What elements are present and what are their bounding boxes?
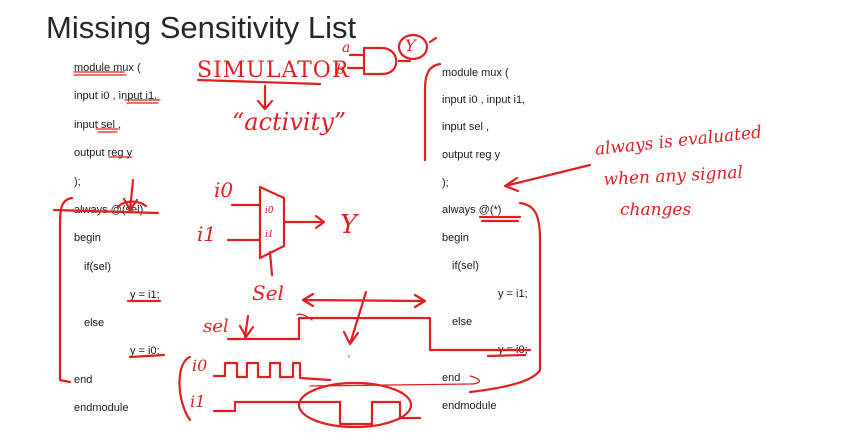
sel-waveform <box>226 316 532 352</box>
simulator-down-arrow <box>256 84 274 111</box>
left-code-line: if(sel) <box>84 261 111 273</box>
right-code-line: output reg y <box>442 149 501 161</box>
right-code-line: always @(*) <box>442 204 502 216</box>
right-module-bracket <box>423 62 442 162</box>
left-code-line: input sel , <box>74 119 122 131</box>
wave-left-bracket <box>178 355 192 422</box>
page-title: Missing Sensitivity List <box>46 10 357 45</box>
sel-wave-label: sel <box>203 316 229 337</box>
left-code-line: y = i0; <box>130 345 160 357</box>
left-code-line: output reg y <box>74 147 133 159</box>
right-code-line: begin <box>442 232 469 244</box>
mux-output-label: Y <box>340 210 358 240</box>
mux-i0-label: i0 <box>265 206 274 216</box>
gate-output-y-label: Y <box>405 36 416 55</box>
gate-input-b-label: b <box>336 62 345 78</box>
left-code-line: input i0 , input i1, <box>74 90 158 102</box>
note-arrow <box>503 163 592 193</box>
left-code-line: endmodule <box>74 402 129 414</box>
left-code-line: always @(sel) <box>74 204 144 216</box>
gate-y-check <box>428 36 438 44</box>
left-code-line: else <box>84 317 105 329</box>
right-code-line: ); <box>442 177 449 189</box>
left-code-line: ); <box>74 176 81 188</box>
i1-wave-label: i1 <box>190 392 206 411</box>
right-code-line: y = i1; <box>498 288 528 300</box>
note-line-2: when any signal <box>603 162 744 190</box>
sel-range-arrow <box>301 292 427 309</box>
and-gate-icon <box>362 46 398 76</box>
sel-change-arrow-2 <box>342 290 368 346</box>
right-code-line: input sel , <box>442 121 490 133</box>
mux-output-arrow <box>282 214 326 230</box>
left-code-line: begin <box>74 232 101 244</box>
sel-label: Sel <box>252 281 284 305</box>
i1-waveform <box>212 400 422 426</box>
simulator-note: SIMULATOR <box>197 58 350 83</box>
right-code-line: module mux ( <box>442 67 509 79</box>
gate-input-a-label: a <box>342 40 351 56</box>
right-code-line: if(sel) <box>452 260 479 272</box>
left-code-line: end <box>74 374 93 386</box>
right-code-line: end <box>442 372 461 384</box>
right-code-line: endmodule <box>442 400 497 412</box>
left-code-line: module mux ( <box>74 62 141 74</box>
left-block-bracket <box>58 196 74 384</box>
i1-label: i1 <box>197 222 217 246</box>
i1-highlight-circle <box>297 381 413 429</box>
mux-icon <box>258 185 286 260</box>
i0-wave-label: i0 <box>192 356 208 375</box>
sel-change-arrow-1 <box>296 313 313 321</box>
i0-label: i0 <box>214 178 234 202</box>
mux-select-line <box>268 250 274 277</box>
note-line-1: always is evaluated <box>594 122 763 160</box>
activity-note: “activity” <box>232 108 347 136</box>
right-code-line: y = i0; <box>498 344 528 356</box>
note-line-3: changes <box>620 200 692 220</box>
sel-tick-arrow <box>238 314 255 339</box>
mux-i1-label: i1 <box>265 230 274 240</box>
left-code-line: y = i1; <box>130 289 160 301</box>
underline-always-star <box>478 215 522 223</box>
right-code-line: input i0 , input i1, <box>442 94 526 106</box>
i0-waveform <box>212 361 332 382</box>
right-code-line: else <box>452 316 473 328</box>
